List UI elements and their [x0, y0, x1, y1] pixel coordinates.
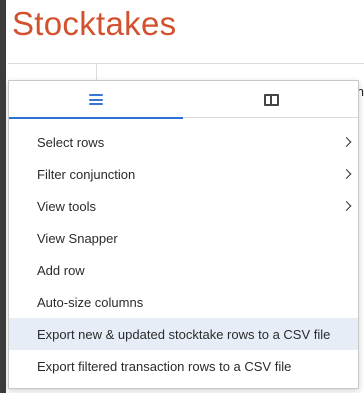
- column-menu-popup: Select rows Filter conjunction View tool…: [8, 80, 359, 389]
- page: Stocktakes n Select rows Filter conjunct…: [0, 0, 364, 393]
- columns-icon: [263, 93, 279, 106]
- menu-item-label: Auto-size columns: [37, 294, 144, 310]
- chevron-right-icon: [341, 137, 352, 147]
- chevron-right-icon: [341, 201, 352, 211]
- menu-item-export-stocktake-csv[interactable]: Export new & updated stocktake rows to a…: [9, 318, 358, 350]
- menu-item-export-transactions-csv[interactable]: Export filtered transaction rows to a CS…: [9, 350, 358, 382]
- menu-item-label: Filter conjunction: [37, 166, 136, 182]
- menu-item-label: View tools: [37, 198, 97, 214]
- menu-item-label: Export new & updated stocktake rows to a…: [37, 326, 331, 342]
- menu-item-label: View Snapper: [37, 230, 118, 246]
- menu-item-label: Select rows: [37, 134, 105, 150]
- tab-columns[interactable]: [184, 81, 358, 118]
- hamburger-menu-icon: [89, 94, 103, 105]
- menu-item-add-row[interactable]: Add row: [9, 254, 358, 286]
- menu-item-label: Export filtered transaction rows to a CS…: [37, 358, 292, 374]
- window-edge: [0, 0, 6, 393]
- menu-items: Select rows Filter conjunction View tool…: [9, 126, 358, 382]
- menu-item-view-snapper[interactable]: View Snapper: [9, 222, 358, 254]
- menu-item-auto-size-columns[interactable]: Auto-size columns: [9, 286, 358, 318]
- tab-general-menu[interactable]: [9, 81, 183, 119]
- menu-item-view-tools[interactable]: View tools: [9, 190, 358, 222]
- page-title: Stocktakes: [12, 5, 177, 42]
- menu-item-filter-conjunction[interactable]: Filter conjunction: [9, 158, 358, 190]
- menu-item-select-rows[interactable]: Select rows: [9, 126, 358, 158]
- menu-item-label: Add row: [37, 262, 85, 278]
- menu-tabs: [9, 81, 358, 119]
- chevron-right-icon: [341, 169, 352, 179]
